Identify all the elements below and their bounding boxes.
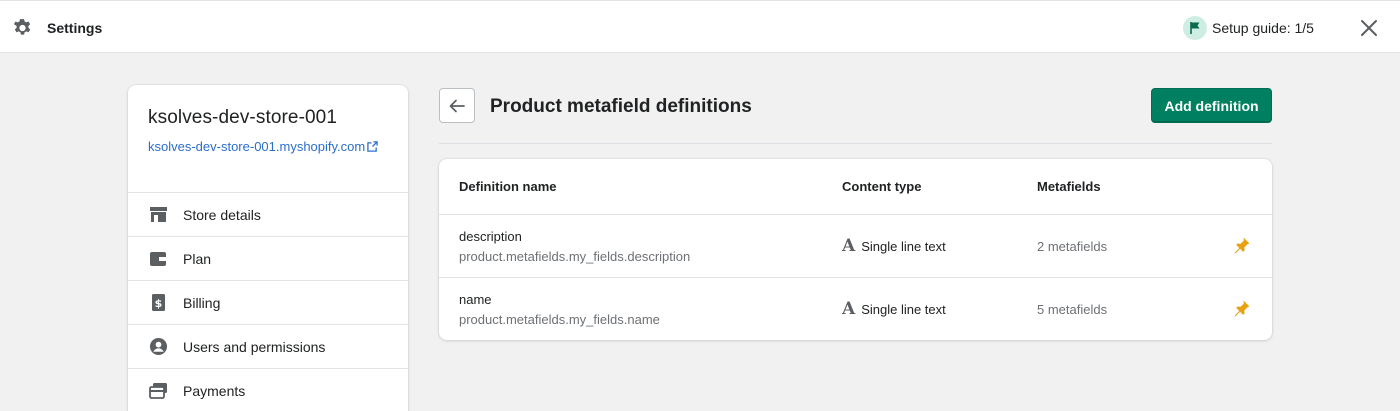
metafield-count: 2 metafields	[1037, 239, 1108, 254]
table-row[interactable]: description product.metafields.my_fields…	[439, 215, 1272, 278]
content-type-label: Single line text	[861, 239, 946, 254]
store-name: ksolves-dev-store-001	[148, 107, 338, 128]
store-url-text: ksolves-dev-store-001.myshopify.com	[148, 139, 366, 154]
page-title: Product metafield definitions	[490, 96, 752, 117]
sidebar-item-billing[interactable]: $ Billing	[128, 281, 408, 325]
arrow-left-icon	[449, 99, 465, 112]
flag-icon	[1183, 16, 1207, 40]
sidebar-item-store-details[interactable]: Store details	[128, 193, 408, 237]
sidebar-item-label: Payments	[183, 382, 246, 399]
top-bar: Settings Setup guide: 1/5	[0, 0, 1400, 53]
sidebar-item-label: Billing	[183, 294, 221, 311]
setup-guide-label: Setup guide: 1/5	[1212, 20, 1314, 36]
svg-text:$: $	[154, 297, 162, 310]
table-row[interactable]: name product.metafields.my_fields.name A…	[439, 278, 1272, 341]
sidebar-item-plan[interactable]: Plan	[128, 237, 408, 281]
table-header: Definition name Content type Metafields	[439, 159, 1272, 215]
column-header-definition-name: Definition name	[459, 179, 557, 194]
content-type-cell: A Single line text	[842, 301, 946, 318]
sidebar-item-label: Store details	[183, 206, 261, 223]
gear-icon	[13, 19, 31, 35]
column-header-content-type: Content type	[842, 179, 922, 194]
sidebar-item-payments[interactable]: Payments	[128, 369, 408, 411]
external-link-icon	[367, 141, 378, 152]
definitions-card: Definition name Content type Metafields …	[439, 159, 1272, 340]
text-type-icon: A	[842, 236, 856, 256]
setup-guide-button[interactable]: Setup guide: 1/5	[1183, 16, 1314, 40]
store-icon	[148, 205, 168, 225]
page-header: Product metafield definitions Add defini…	[439, 88, 1272, 144]
plan-icon	[148, 249, 168, 269]
store-url-link[interactable]: ksolves-dev-store-001.myshopify.com	[148, 137, 386, 156]
settings-sidebar: ksolves-dev-store-001 ksolves-dev-store-…	[128, 85, 408, 411]
column-header-metafields: Metafields	[1037, 179, 1101, 194]
sidebar-item-users[interactable]: Users and permissions	[128, 325, 408, 369]
definition-name: name	[459, 292, 492, 307]
back-button[interactable]	[439, 88, 475, 123]
payments-icon	[148, 381, 168, 401]
metafield-count: 5 metafields	[1037, 302, 1108, 317]
text-type-icon: A	[842, 299, 856, 319]
sidebar-item-label: Plan	[183, 250, 212, 267]
settings-title: Settings	[47, 20, 103, 36]
pin-icon[interactable]	[1233, 299, 1251, 317]
pin-icon[interactable]	[1233, 236, 1251, 254]
close-icon[interactable]	[1358, 17, 1380, 39]
add-definition-button[interactable]: Add definition	[1151, 88, 1272, 123]
definition-name-cell: name product.metafields.my_fields.name	[459, 292, 660, 327]
definition-name-cell: description product.metafields.my_fields…	[459, 229, 690, 264]
user-icon	[148, 337, 168, 357]
content-type-cell: A Single line text	[842, 238, 946, 255]
billing-icon: $	[148, 293, 168, 313]
store-header: ksolves-dev-store-001 ksolves-dev-store-…	[128, 85, 408, 193]
definition-key: product.metafields.my_fields.description	[459, 249, 691, 264]
definition-key: product.metafields.my_fields.name	[459, 312, 660, 327]
definition-name: description	[459, 229, 522, 244]
sidebar-item-label: Users and permissions	[183, 338, 326, 355]
content-type-label: Single line text	[861, 302, 946, 317]
